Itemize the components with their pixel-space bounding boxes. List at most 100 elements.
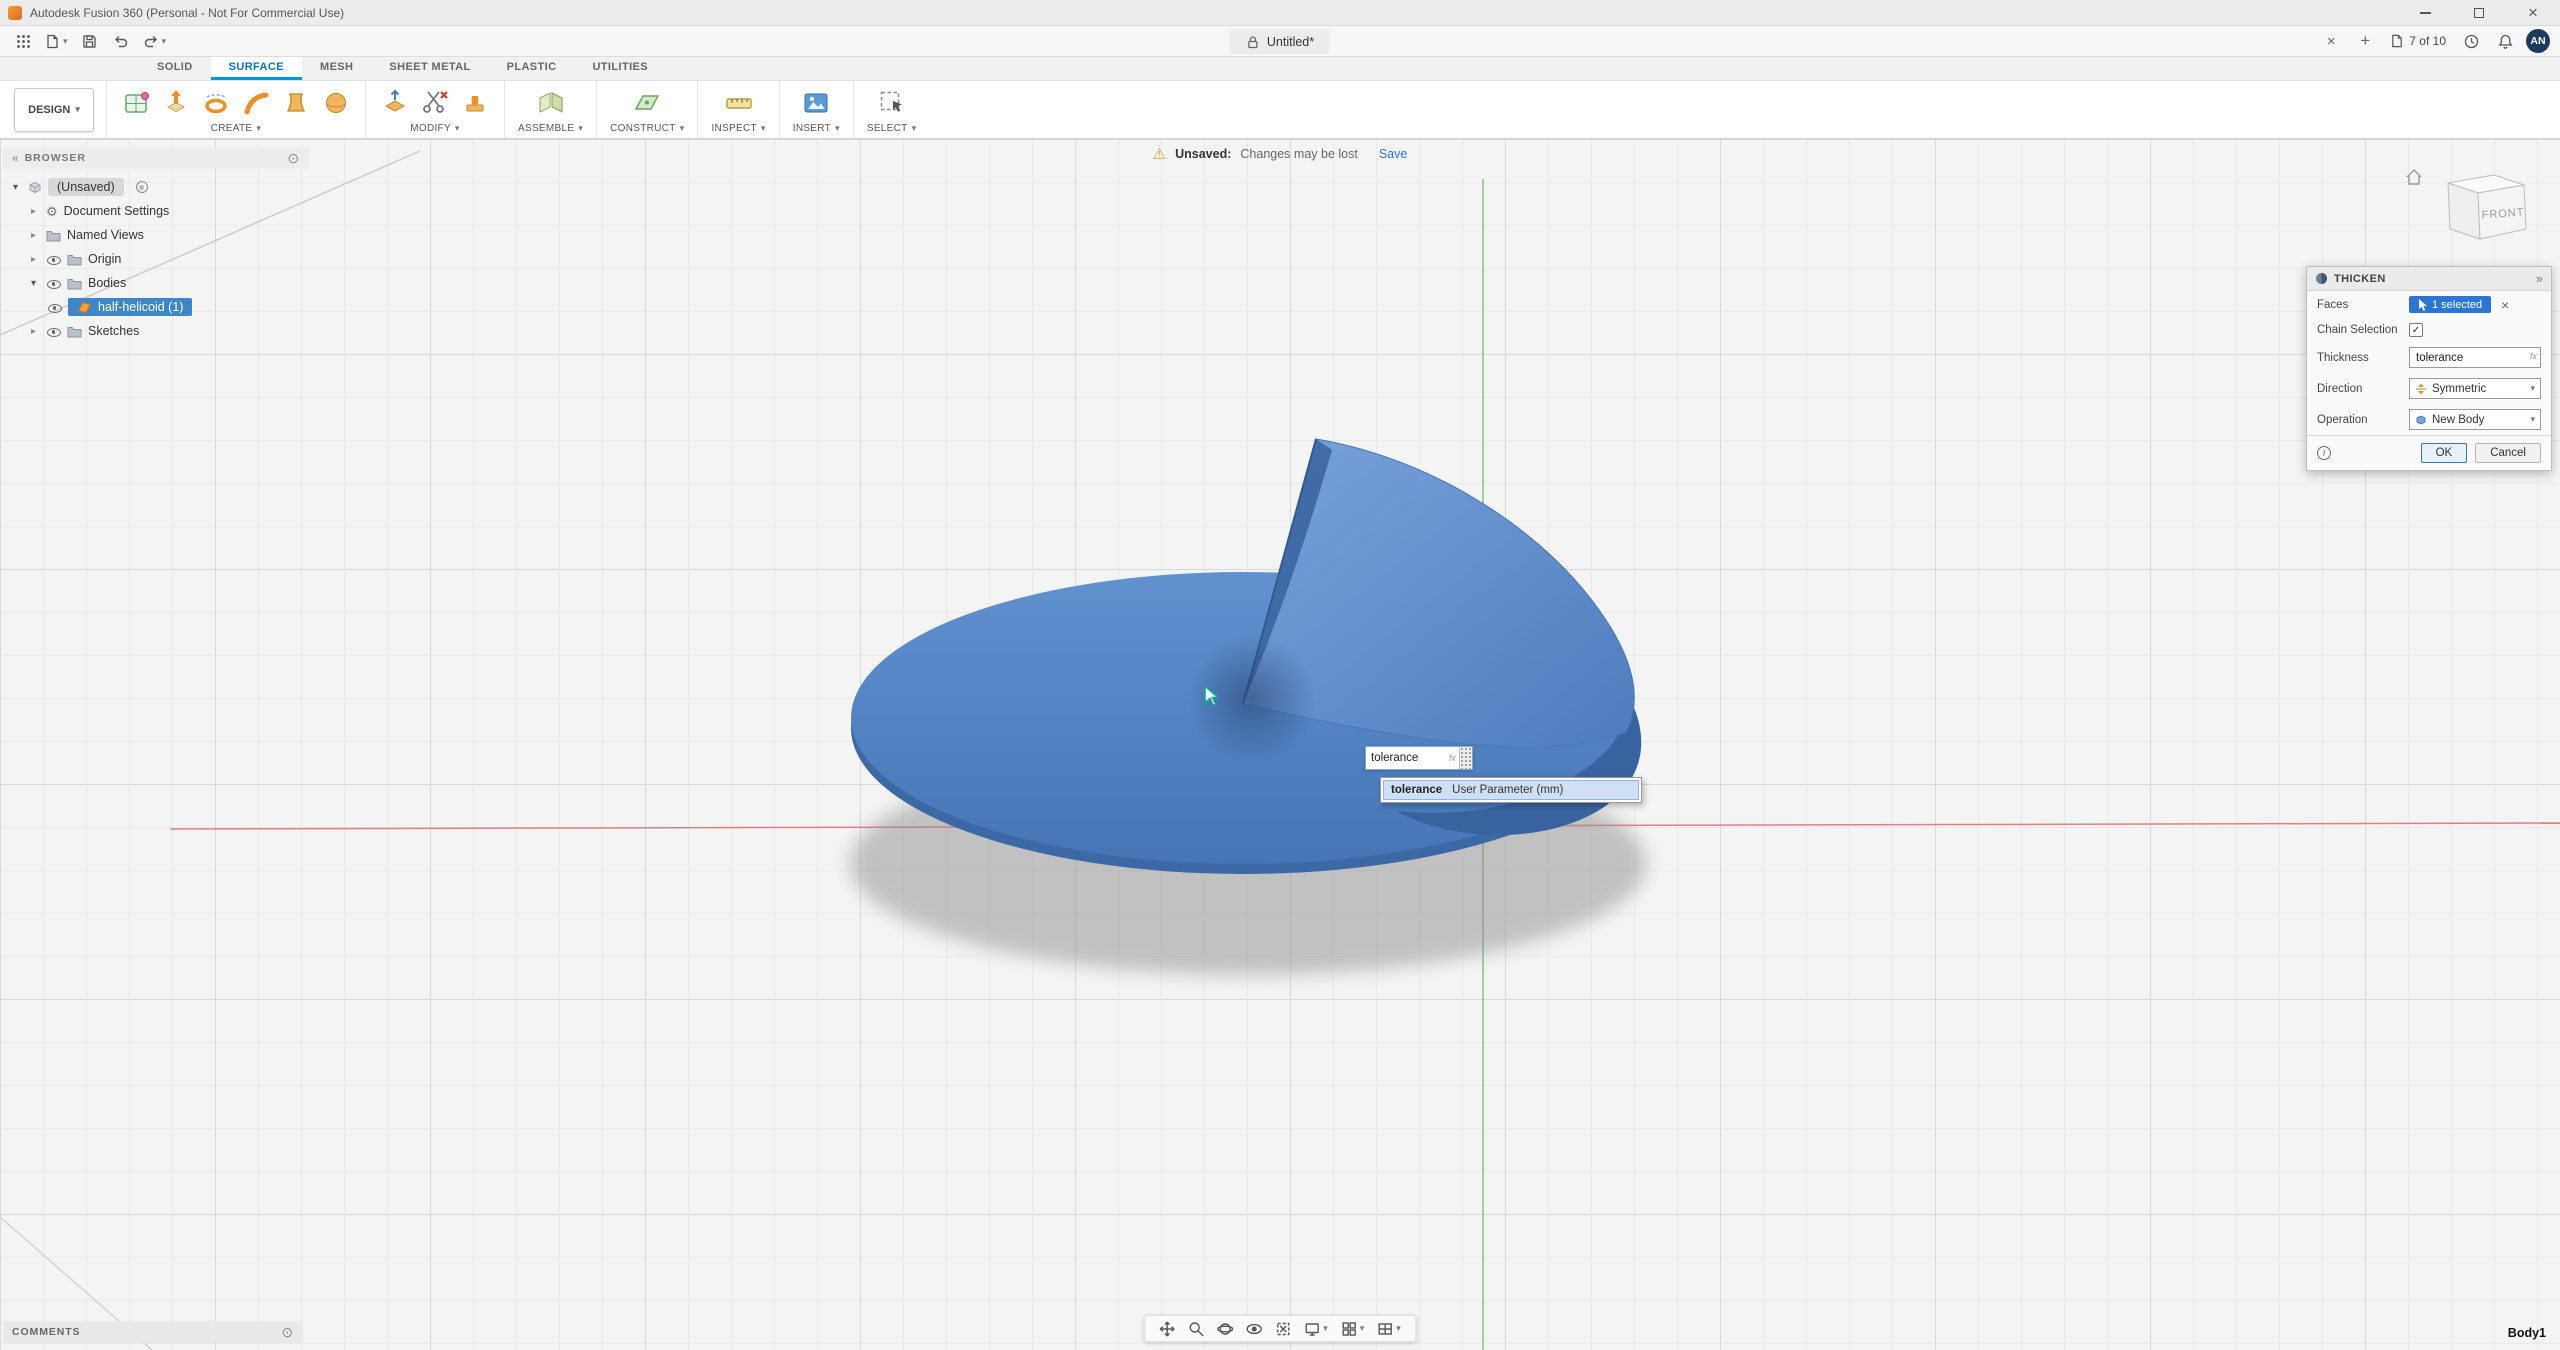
expand-icon[interactable]: ▾ [27, 278, 40, 289]
modify-dropdown[interactable]: MODIFY ▾ [410, 123, 460, 134]
tree-item-sketches[interactable]: ▸ Sketches [3, 319, 309, 343]
comments-bar[interactable]: COMMENTS ⊙ [3, 1321, 303, 1343]
undo-button[interactable] [108, 29, 134, 53]
trim-tool-button[interactable] [419, 87, 451, 119]
warning-icon: ⚠ [1153, 145, 1166, 163]
extend-tool-button[interactable] [459, 87, 491, 119]
new-component-button[interactable] [535, 87, 567, 119]
select-dropdown[interactable]: SELECT ▾ [867, 123, 917, 134]
insert-dropdown[interactable]: INSERT ▾ [793, 123, 840, 134]
zoom-button[interactable] [1188, 1321, 1204, 1337]
visibility-eye-icon[interactable] [46, 325, 61, 338]
revolve-tool-button[interactable] [200, 87, 232, 119]
visibility-eye-icon[interactable] [46, 253, 61, 266]
minimize-button[interactable] [2398, 0, 2452, 25]
direction-select[interactable]: Symmetric ▾ [2409, 378, 2541, 399]
expand-icon[interactable]: ▸ [27, 254, 40, 265]
canvas-input-value[interactable]: tolerance [1366, 752, 1449, 764]
expand-icon[interactable]: ▸ [27, 326, 40, 337]
drag-handle[interactable] [1459, 747, 1472, 769]
create-dropdown[interactable]: CREATE ▾ [211, 123, 261, 134]
tab-surface[interactable]: SURFACE [211, 57, 302, 80]
tab-utilities[interactable]: UTILITIES [574, 57, 666, 80]
inspect-group: INSPECT ▾ [697, 81, 778, 138]
thickness-input[interactable] [2409, 347, 2541, 368]
info-icon[interactable]: i [2317, 446, 2331, 460]
job-status-button[interactable] [2458, 29, 2484, 53]
new-tab-button[interactable]: + [2352, 29, 2378, 53]
orbit-button[interactable] [1217, 1321, 1233, 1337]
browser-filter-icon[interactable]: ⊙ [287, 150, 300, 167]
pan-button[interactable] [1159, 1321, 1175, 1337]
tab-sheet-metal[interactable]: SHEET METAL [371, 57, 488, 80]
workspace-selector[interactable]: DESIGN ▾ [14, 88, 94, 132]
redo-button[interactable]: ▾ [139, 29, 171, 53]
display-settings-button[interactable]: ▾ [1304, 1321, 1328, 1337]
operation-select[interactable]: New Body ▾ [2409, 409, 2541, 430]
dialog-header[interactable]: THICKEN » [2307, 267, 2551, 291]
save-link[interactable]: Save [1379, 147, 1408, 161]
create-label: CREATE [211, 123, 253, 134]
close-button[interactable]: × [2506, 0, 2560, 25]
extrude-tool-button[interactable] [160, 87, 192, 119]
select-tool-button[interactable] [876, 87, 908, 119]
viewport[interactable]: ⚠ Unsaved: Changes may be lost Save « BR… [0, 139, 2560, 1350]
inspect-dropdown[interactable]: INSPECT ▾ [711, 123, 765, 134]
comments-icon[interactable]: ⊙ [281, 1324, 294, 1341]
suggestion-item[interactable]: tolerance User Parameter (mm) [1383, 780, 1639, 800]
visibility-eye-icon[interactable] [47, 301, 62, 314]
press-pull-tool-button[interactable] [379, 87, 411, 119]
viewports-button[interactable]: ▾ [1377, 1321, 1401, 1337]
tab-plastic[interactable]: PLASTIC [489, 57, 575, 80]
home-view-icon[interactable] [2404, 167, 2424, 187]
canvas-thickness-input[interactable]: tolerance fx [1365, 746, 1473, 770]
notifications-button[interactable] [2492, 29, 2518, 53]
measure-button[interactable] [723, 87, 755, 119]
patch-tool-button[interactable] [120, 87, 152, 119]
clear-selection-icon[interactable]: × [2501, 297, 2509, 313]
faces-selected-badge[interactable]: 1 selected [2409, 296, 2491, 313]
3d-scene[interactable] [0, 139, 2560, 1350]
assemble-dropdown[interactable]: ASSEMBLE ▾ [518, 123, 583, 134]
cancel-button[interactable]: Cancel [2475, 443, 2541, 463]
sweep-tool-button[interactable] [240, 87, 272, 119]
construction-plane-button[interactable] [631, 87, 663, 119]
viewcube[interactable]: FRONT [2404, 161, 2544, 261]
helicoid-body[interactable] [851, 439, 1641, 874]
tab-solid[interactable]: SOLID [139, 57, 211, 80]
tree-item-origin[interactable]: ▸ Origin [3, 247, 309, 271]
loft-tool-button[interactable] [280, 87, 312, 119]
insert-image-button[interactable] [800, 87, 832, 119]
offset-tool-button[interactable] [320, 87, 352, 119]
user-avatar[interactable]: AN [2526, 29, 2550, 53]
expand-icon[interactable]: ▾ [9, 182, 22, 193]
maximize-button[interactable] [2452, 0, 2506, 25]
tab-mesh[interactable]: MESH [302, 57, 371, 80]
save-button[interactable] [77, 29, 103, 53]
visibility-eye-icon[interactable] [46, 277, 61, 290]
document-tab[interactable]: Untitled* [1230, 29, 1330, 54]
activate-component-radio[interactable] [136, 181, 148, 193]
file-menu-button[interactable]: ▾ [41, 29, 72, 53]
ok-button[interactable]: OK [2421, 443, 2468, 463]
docs-counter[interactable]: 7 of 10 [2386, 34, 2450, 48]
app-grid-icon[interactable] [10, 29, 36, 53]
collapse-panel-icon[interactable]: « [12, 151, 17, 165]
tab-close-button[interactable]: × [2318, 29, 2344, 53]
expand-icon[interactable]: ▸ [27, 230, 40, 241]
expand-icon[interactable]: ▸ [27, 206, 40, 217]
tree-item-root[interactable]: ▾ (Unsaved) [3, 175, 309, 199]
operation-label: Operation [2317, 414, 2409, 426]
selected-item-highlight[interactable]: half-helicoid (1) [68, 298, 192, 316]
chain-selection-checkbox[interactable]: ✓ [2409, 323, 2423, 337]
look-at-button[interactable] [1246, 1321, 1262, 1337]
tree-item-half-helicoid[interactable]: half-helicoid (1) [3, 295, 309, 319]
construct-dropdown[interactable]: CONSTRUCT ▾ [610, 123, 684, 134]
fit-view-button[interactable] [1275, 1321, 1291, 1337]
grid-and-snaps-button[interactable]: ▾ [1341, 1321, 1365, 1337]
dialog-dock-icon[interactable]: » [2536, 271, 2543, 286]
viewcube-cube[interactable]: FRONT [2424, 161, 2544, 261]
tree-item-bodies[interactable]: ▾ Bodies [3, 271, 309, 295]
tree-item-named-views[interactable]: ▸ Named Views [3, 223, 309, 247]
tree-item-document-settings[interactable]: ▸ ⚙ Document Settings [3, 199, 309, 223]
